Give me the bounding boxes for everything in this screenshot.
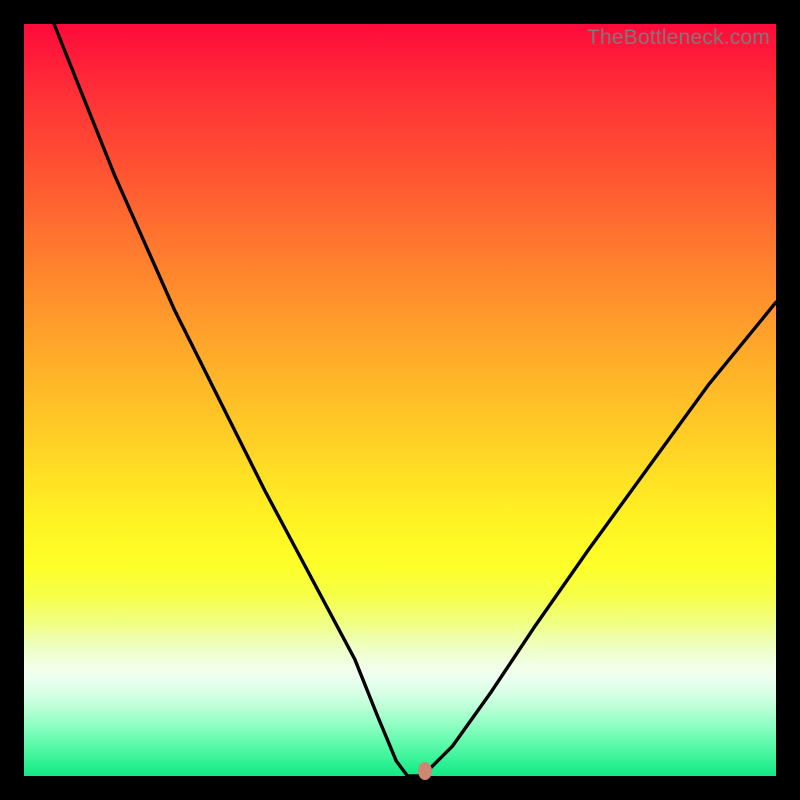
- plot-area: TheBottleneck.com: [24, 24, 776, 776]
- bottleneck-curve: [24, 24, 776, 776]
- chart-frame: TheBottleneck.com: [0, 0, 800, 800]
- optimum-marker: [418, 762, 432, 780]
